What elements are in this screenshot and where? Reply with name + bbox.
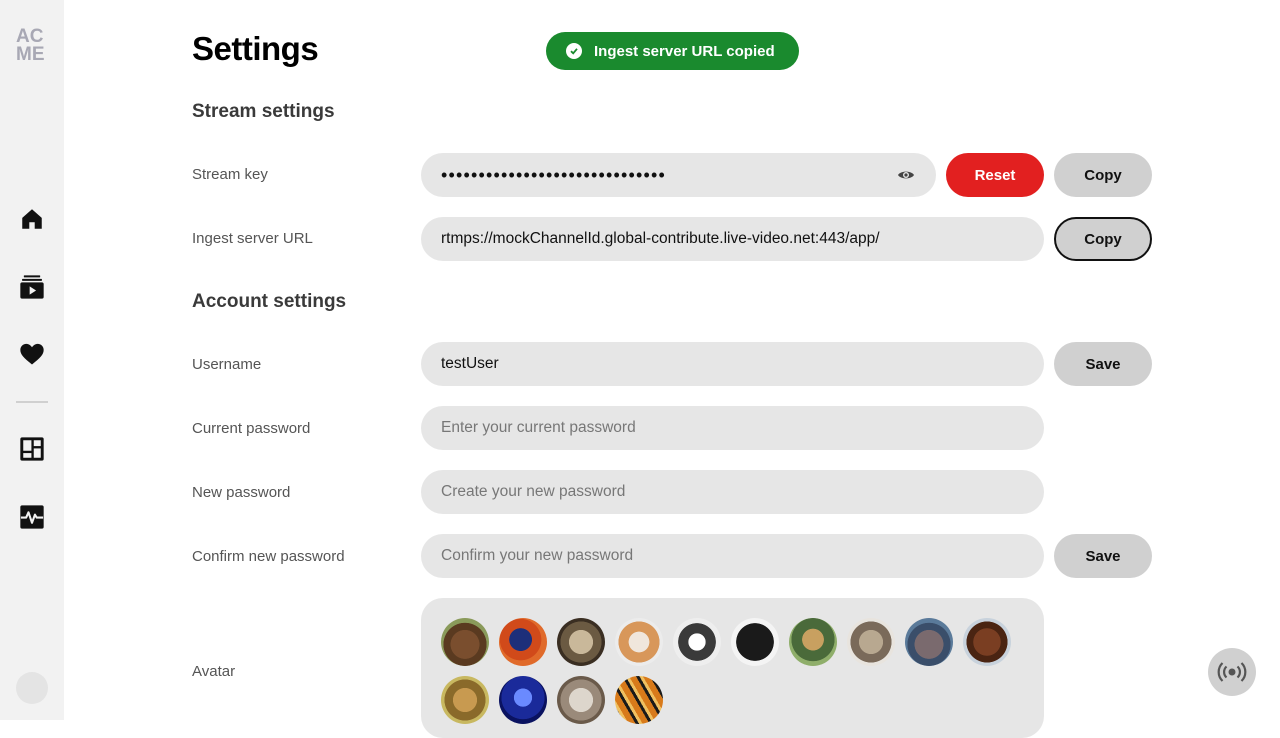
video-library-icon[interactable] xyxy=(18,273,46,301)
avatar-option-hedgehog[interactable] xyxy=(847,618,895,666)
username-field[interactable]: testUser xyxy=(421,342,1044,386)
stream-key-label: Stream key xyxy=(192,166,268,183)
ingest-url-label: Ingest server URL xyxy=(192,230,313,247)
current-password-label: Current password xyxy=(192,420,311,437)
stream-settings-title: Stream settings xyxy=(192,101,335,122)
sidebar: AC ME xyxy=(0,0,64,720)
ingest-url-field[interactable]: rtmps://mockChannelId.global-contribute.… xyxy=(421,217,1044,261)
avatar-option-gazelle[interactable] xyxy=(441,676,489,724)
confirm-password-input[interactable] xyxy=(441,534,1024,578)
confirm-password-label: Confirm new password xyxy=(192,548,345,565)
eye-icon[interactable] xyxy=(896,165,916,185)
logo-line-2: ME xyxy=(16,44,45,65)
current-password-input[interactable] xyxy=(441,406,1024,450)
activity-icon[interactable] xyxy=(18,503,46,531)
copy-ingest-url-button[interactable]: Copy xyxy=(1054,217,1152,261)
avatar-option-tiger[interactable] xyxy=(615,676,663,724)
current-password-field xyxy=(421,406,1044,450)
username-label: Username xyxy=(192,356,262,373)
home-icon[interactable] xyxy=(18,205,46,233)
profile-avatar[interactable] xyxy=(16,672,48,704)
avatar-label: Avatar xyxy=(192,663,236,680)
avatar-option-pug[interactable] xyxy=(731,618,779,666)
avatar-option-owl[interactable] xyxy=(557,618,605,666)
confirm-password-field xyxy=(421,534,1044,578)
broadcast-icon xyxy=(1217,662,1247,682)
dashboard-icon[interactable] xyxy=(18,435,46,463)
avatar-option-pitbull[interactable] xyxy=(673,618,721,666)
new-password-label: New password xyxy=(192,484,291,501)
save-username-button[interactable]: Save xyxy=(1054,342,1152,386)
avatar-option-bear[interactable] xyxy=(441,618,489,666)
toast-text: Ingest server URL copied xyxy=(594,42,775,60)
stream-key-field[interactable]: •••••••••••••••••••••••••••••• xyxy=(421,153,936,197)
acme-logo[interactable]: AC ME xyxy=(16,27,48,65)
stream-key-value: •••••••••••••••••••••••••••••• xyxy=(441,164,667,185)
avatar-option-jellyfish[interactable] xyxy=(499,676,547,724)
avatar-picker xyxy=(421,598,1044,738)
nav-divider xyxy=(16,401,48,403)
username-value: testUser xyxy=(441,355,499,372)
avatar-option-shiba[interactable] xyxy=(615,618,663,666)
avatar-grid xyxy=(441,618,1031,724)
avatar-option-parrot[interactable] xyxy=(499,618,547,666)
avatar-option-sheep[interactable] xyxy=(557,676,605,724)
avatar-option-horse[interactable] xyxy=(963,618,1011,666)
new-password-field xyxy=(421,470,1044,514)
page-title: Settings xyxy=(192,30,319,67)
broadcast-button[interactable] xyxy=(1208,648,1256,696)
copy-stream-key-button[interactable]: Copy xyxy=(1054,153,1152,197)
reset-stream-key-button[interactable]: Reset xyxy=(946,153,1044,197)
copied-toast: Ingest server URL copied xyxy=(546,32,799,70)
account-settings-title: Account settings xyxy=(192,291,347,312)
avatar-option-hippo[interactable] xyxy=(905,618,953,666)
save-password-button[interactable]: Save xyxy=(1054,534,1152,578)
ingest-url-value: rtmps://mockChannelId.global-contribute.… xyxy=(441,230,880,247)
check-circle-icon xyxy=(566,43,582,59)
settings-page: Settings Ingest server URL copied Stream… xyxy=(64,0,1280,738)
avatar-option-giraffe[interactable] xyxy=(789,618,837,666)
new-password-input[interactable] xyxy=(441,470,1024,514)
heart-icon[interactable] xyxy=(18,340,46,368)
